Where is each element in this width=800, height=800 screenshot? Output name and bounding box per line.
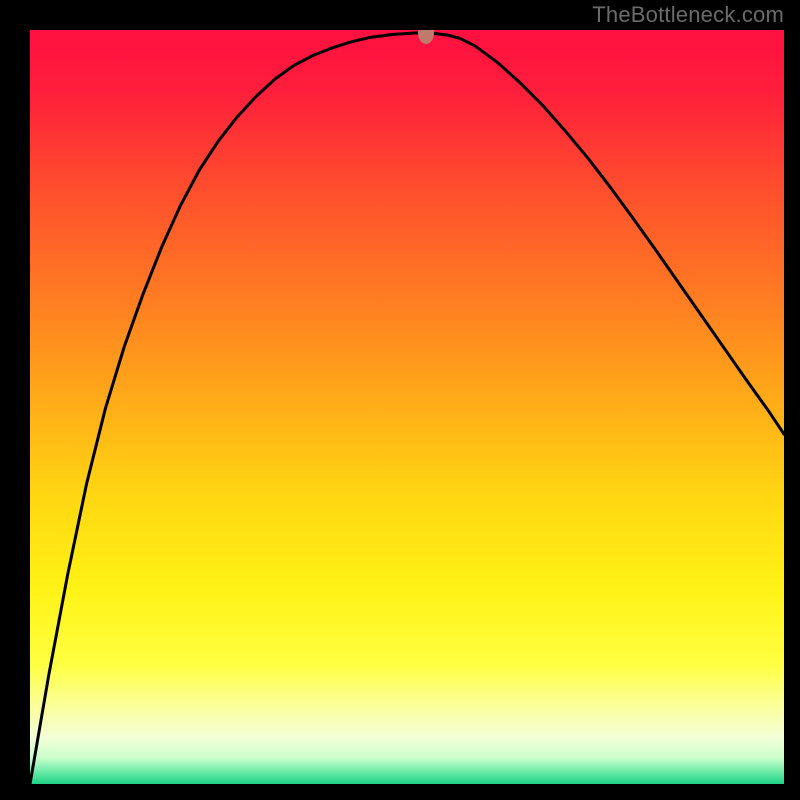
gradient-background xyxy=(30,30,784,784)
plot-area xyxy=(30,30,784,784)
chart-frame: TheBottleneck.com xyxy=(0,0,800,800)
watermark-text: TheBottleneck.com xyxy=(592,2,784,28)
